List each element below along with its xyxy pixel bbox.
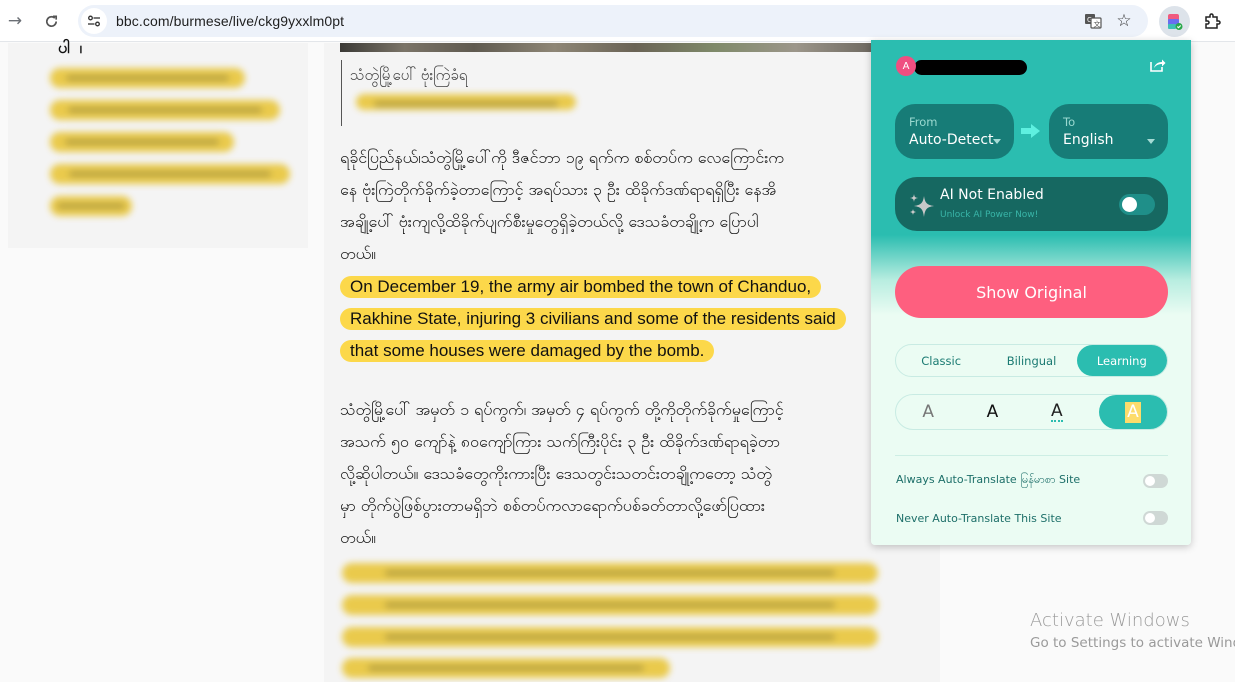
- browser-toolbar: → bbc.com/burmese/live/ckg9yxxlm0pt G文 ☆: [0, 0, 1235, 42]
- display-mode-tabs: Classic Bilingual Learning: [895, 344, 1168, 377]
- immersive-translate-extension-button[interactable]: [1159, 6, 1190, 37]
- paragraph-burmese-2: သံတွဲမြို့ပေါ် အမှတ် ၁ ရပ်ကွက်၊ အမှတ် ၄ …: [340, 394, 890, 554]
- paragraph-burmese-1: ရခိုင်ပြည်နယ်၊သံတွဲမြို့ပေါ်ကို ဒီဇင်ဘာ …: [340, 142, 890, 270]
- translation-paragraph-1: On December 19, the army air bombed the …: [340, 276, 880, 372]
- redacted-username: [914, 60, 1027, 75]
- bookmark-button[interactable]: ☆: [1115, 11, 1133, 31]
- style-option-plain-gray[interactable]: A: [896, 395, 960, 429]
- paragraph-line: ရခိုင်ပြည်နယ်၊သံတွဲမြို့ပေါ်ကို ဒီဇင်ဘာ …: [340, 148, 784, 167]
- paragraph-line: လို့ဆိုပါတယ်။ ဒေသခံတွေကိုးကားပြီး ဒေသတွင…: [340, 464, 772, 483]
- ai-status-title: AI Not Enabled: [940, 187, 1044, 203]
- forward-button[interactable]: →: [3, 9, 27, 33]
- sparkle-icon: [910, 194, 934, 217]
- blurred-translation-line: [342, 595, 878, 615]
- article-photo: [340, 43, 876, 52]
- translation-line: On December 19, the army air bombed the …: [340, 276, 822, 298]
- from-label: From: [909, 115, 938, 129]
- tab-classic[interactable]: Classic: [896, 345, 986, 376]
- chevron-down-icon: [993, 139, 1001, 144]
- address-bar[interactable]: bbc.com/burmese/live/ckg9yxxlm0pt G文 ☆: [78, 5, 1148, 37]
- to-label: To: [1063, 115, 1076, 129]
- never-translate-toggle[interactable]: [1143, 511, 1168, 525]
- chevron-down-icon: [1147, 139, 1155, 144]
- target-language-select[interactable]: To English: [1049, 104, 1168, 159]
- google-translate-icon: G文: [1085, 14, 1102, 29]
- paragraph-line: မှာ တိုက်ပွဲဖြစ်ပွားတာမရှိဘဲ စစ်တပ်ကလာရေ…: [340, 496, 765, 515]
- style-glyph: A: [1051, 401, 1063, 422]
- story-heading-fragment: ပါ ၊: [58, 38, 84, 57]
- paragraph-line: တယ်။: [340, 528, 376, 547]
- always-translate-toggle[interactable]: [1143, 474, 1168, 488]
- svg-text:文: 文: [1094, 20, 1101, 29]
- translate-page-button[interactable]: G文: [1084, 12, 1102, 30]
- style-option-dotted-underline[interactable]: A: [1025, 395, 1089, 429]
- arrow-right-icon: →: [7, 11, 23, 31]
- user-avatar[interactable]: A: [896, 56, 916, 76]
- paragraph-line: နေ ဗုံးကြဲတိုက်ခိုက်ခဲ့တာကြောင့် အရပ်သား…: [340, 180, 777, 199]
- share-icon: [1150, 59, 1166, 72]
- show-original-button[interactable]: Show Original: [895, 266, 1168, 318]
- ai-feature-card[interactable]: AI Not Enabled Unlock AI Power Now!: [895, 177, 1168, 231]
- reload-icon: [45, 15, 57, 27]
- open-external-button[interactable]: [1148, 56, 1166, 74]
- reload-button[interactable]: [39, 9, 63, 33]
- translation-style-selector: A A A A: [895, 394, 1168, 430]
- tab-bilingual[interactable]: Bilingual: [986, 345, 1076, 376]
- translation-line: that some houses were damaged by the bom…: [340, 340, 715, 362]
- paragraph-line: သံတွဲမြို့ပေါ် အမှတ် ၁ ရပ်ကွက်၊ အမှတ် ၄ …: [340, 400, 784, 419]
- blurred-caption-translation: [356, 94, 576, 110]
- star-icon: ☆: [1116, 11, 1132, 31]
- source-language-select[interactable]: From Auto-Detect: [895, 104, 1014, 159]
- style-glyph: A: [1125, 401, 1141, 423]
- blurred-translation-line: [50, 196, 132, 216]
- tune-icon: [88, 15, 100, 27]
- blurred-translation-line: [50, 68, 245, 88]
- blurred-translation-line: [342, 627, 878, 647]
- puzzle-icon: [1205, 13, 1221, 29]
- paragraph-line: တယ်။: [340, 244, 376, 263]
- always-translate-option: Always Auto-Translate မြန်မာစာ Site: [896, 471, 1168, 491]
- always-translate-label: Always Auto-Translate မြန်မာစာ Site: [896, 473, 1081, 486]
- style-option-highlight[interactable]: A: [1098, 395, 1167, 429]
- watermark-subtitle: Go to Settings to activate Windows.: [1030, 635, 1235, 651]
- ai-toggle[interactable]: [1119, 194, 1155, 215]
- divider: [895, 455, 1168, 456]
- watermark-title: Activate Windows: [1030, 610, 1190, 631]
- related-story-card[interactable]: ပါ ၊: [8, 38, 308, 248]
- style-option-plain-black[interactable]: A: [960, 395, 1024, 429]
- blurred-translation-line: [50, 164, 290, 184]
- site-info-button[interactable]: [81, 8, 107, 34]
- style-glyph: A: [922, 402, 934, 422]
- paragraph-line: အချို့ပေါ် ဗုံးကျလို့ထိခိုက်ပျက်စီးမှုတွ…: [340, 212, 759, 231]
- url-text[interactable]: bbc.com/burmese/live/ckg9yxxlm0pt: [116, 13, 344, 29]
- arrow-right-icon: [1021, 124, 1040, 138]
- immersive-translate-icon: [1167, 13, 1182, 30]
- never-translate-label: Never Auto-Translate This Site: [896, 511, 1062, 525]
- windows-activation-watermark: Activate Windows Go to Settings to activ…: [1030, 610, 1235, 651]
- extensions-menu-button[interactable]: [1200, 9, 1224, 33]
- photo-caption: သံတွဲမြို့ပေါ် ဗုံးကြဲခံရ: [341, 60, 576, 126]
- blurred-translation-line: [342, 563, 878, 583]
- paragraph-line: အသက် ၅၀ ကျော်နဲ့ ၈၀ကျော်ကြား သက်ကြီးပိုင…: [340, 432, 780, 451]
- blurred-translation-line: [50, 100, 280, 120]
- style-glyph: A: [986, 402, 999, 422]
- translate-extension-popup: A From Auto-Detect To English AI Not Ena…: [871, 40, 1191, 545]
- caption-text: သံတွဲမြို့ပေါ် ဗုံးကြဲခံရ: [350, 66, 468, 84]
- never-translate-option: Never Auto-Translate This Site: [896, 508, 1168, 528]
- blurred-translation-line: [50, 132, 234, 152]
- article-body: သံတွဲမြို့ပေါ် ဗုံးကြဲခံရ ရခိုင်ပြည်နယ်၊…: [324, 43, 940, 682]
- translation-line: Rakhine State, injuring 3 civilians and …: [340, 308, 846, 330]
- tab-learning[interactable]: Learning: [1076, 345, 1167, 376]
- ai-unlock-link[interactable]: Unlock AI Power Now!: [940, 210, 1038, 220]
- blurred-translation-line: [342, 658, 670, 678]
